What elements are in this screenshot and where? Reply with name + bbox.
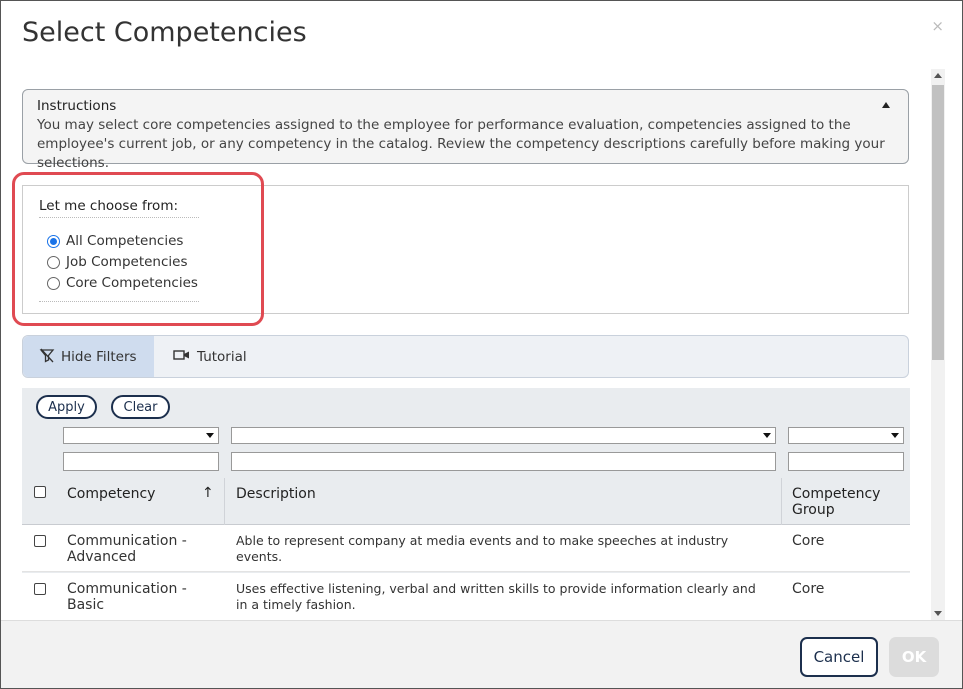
competency-name-line1: Communication - <box>67 581 187 597</box>
hide-filters-label: Hide Filters <box>61 348 137 365</box>
table-row[interactable]: Communication - Advanced Able to represe… <box>22 525 910 572</box>
column-header-description[interactable]: Description <box>236 486 316 502</box>
dialog-title: Select Competencies <box>22 17 307 48</box>
clear-button[interactable]: Clear <box>111 395 170 419</box>
vertical-scrollbar[interactable] <box>931 69 945 620</box>
close-icon[interactable]: × <box>931 17 944 35</box>
video-camera-icon <box>173 348 191 366</box>
instructions-panel: Instructions You may select core compete… <box>22 89 909 171</box>
grid-header: Competency ↑ Description Competency Grou… <box>22 478 910 525</box>
group-filter-input[interactable] <box>788 452 904 471</box>
radio-label: All Competencies <box>66 233 184 249</box>
competency-description: Able to represent company at media event… <box>236 533 729 564</box>
column-divider <box>224 478 225 525</box>
column-header-group-line1[interactable]: Competency <box>792 486 880 502</box>
description-filter-select[interactable] <box>231 427 776 444</box>
radio-button[interactable] <box>47 276 60 290</box>
filter-toolbar: Hide Filters Tutorial <box>22 335 909 378</box>
ok-button[interactable]: OK <box>889 637 939 677</box>
competency-name-line2: Advanced <box>67 549 137 565</box>
chevron-down-icon <box>206 433 214 438</box>
hide-filters-button[interactable]: Hide Filters <box>23 336 154 377</box>
cancel-button[interactable]: Cancel <box>800 637 878 677</box>
competency-group: Core <box>792 533 825 549</box>
group-filter-select[interactable] <box>788 427 904 444</box>
instructions-text: You may select core competencies assigne… <box>37 117 885 171</box>
radio-button[interactable] <box>47 255 60 269</box>
instructions-heading: Instructions <box>37 98 117 114</box>
column-header-competency[interactable]: Competency <box>67 486 155 502</box>
select-all-checkbox[interactable] <box>34 486 46 498</box>
chevron-down-icon <box>891 433 899 438</box>
radio-label: Job Competencies <box>66 254 188 270</box>
row-checkbox[interactable] <box>34 583 46 595</box>
filter-off-icon <box>39 347 55 367</box>
radio-job-competencies[interactable]: Job Competencies <box>47 254 187 270</box>
column-header-group-line2[interactable]: Group <box>792 502 835 518</box>
highlight-annotation <box>12 172 264 326</box>
choose-from-label: Let me choose from: <box>39 198 199 218</box>
competency-group: Core <box>792 581 825 597</box>
divider <box>39 301 199 302</box>
chevron-down-icon <box>763 433 771 438</box>
row-checkbox[interactable] <box>34 535 46 547</box>
tutorial-button[interactable]: Tutorial <box>157 336 263 377</box>
scroll-up-icon[interactable] <box>934 73 942 78</box>
table-row[interactable]: Communication - Basic Uses effective lis… <box>22 573 910 620</box>
sort-ascending-icon[interactable]: ↑ <box>202 485 214 501</box>
tutorial-label: Tutorial <box>197 348 247 365</box>
radio-core-competencies[interactable]: Core Competencies <box>47 275 198 291</box>
competency-filter-input[interactable] <box>63 452 219 471</box>
description-filter-input[interactable] <box>231 452 776 471</box>
apply-button[interactable]: Apply <box>36 395 97 419</box>
column-divider <box>781 478 782 525</box>
competency-name-line1: Communication - <box>67 533 187 549</box>
radio-button-checked[interactable] <box>47 234 60 248</box>
scroll-down-icon[interactable] <box>934 611 942 616</box>
scrollbar-thumb[interactable] <box>932 85 944 360</box>
dialog-body: Instructions You may select core compete… <box>1 69 962 620</box>
radio-label: Core Competencies <box>66 275 198 291</box>
competency-description: Uses effective listening, verbal and wri… <box>236 581 756 612</box>
radio-all-competencies[interactable]: All Competencies <box>47 233 183 249</box>
select-competencies-dialog: Select Competencies × Instructions You m… <box>0 0 963 689</box>
competency-name-line2: Basic <box>67 597 105 613</box>
dialog-footer: Cancel OK <box>1 620 962 688</box>
competency-grid: Apply Clear Competency ↑ Description Com… <box>22 388 910 620</box>
competency-filter-select[interactable] <box>63 427 219 444</box>
collapse-up-icon[interactable] <box>882 102 890 108</box>
